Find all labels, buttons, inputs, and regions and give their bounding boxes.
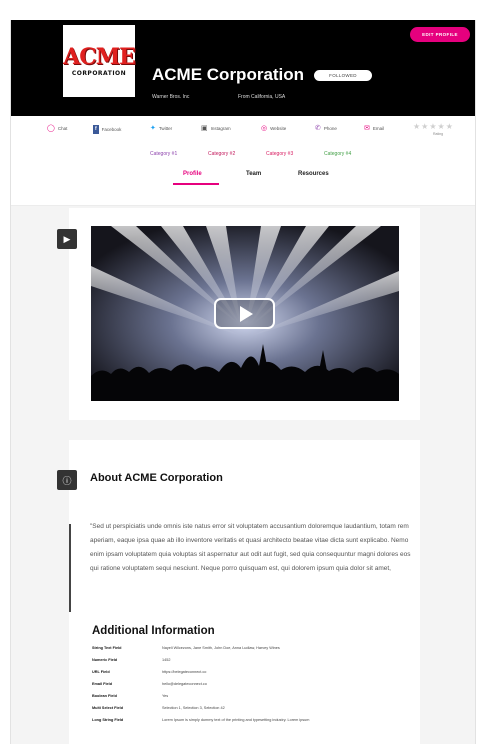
- field-label-long-string: Long String Field: [92, 718, 124, 722]
- globe-icon: ◎: [261, 125, 268, 132]
- category-2[interactable]: Category #2: [208, 151, 235, 157]
- tab-team[interactable]: Team: [246, 171, 261, 177]
- profile-header: ACME CORPORATION ACME Corporation FOLLOW…: [11, 20, 475, 116]
- active-tab-indicator: [173, 183, 219, 185]
- social-chat[interactable]: ◯ Chat: [47, 125, 67, 132]
- field-value-long-string: Lorem Ipsum is simply dummy text of the …: [162, 718, 310, 722]
- field-label-boolean: Boolean Field: [92, 694, 117, 698]
- email-icon: ✉: [364, 125, 370, 132]
- category-1[interactable]: Category #1: [150, 151, 177, 157]
- followed-button[interactable]: FOLLOWED: [314, 70, 372, 81]
- field-value-url[interactable]: https://belegateconnect.co: [162, 670, 206, 674]
- category-3[interactable]: Category #3: [266, 151, 293, 157]
- video-camera-icon: ▶: [57, 229, 77, 249]
- company-logo: ACME CORPORATION: [63, 25, 136, 97]
- field-value-numeric: 1452: [162, 658, 171, 662]
- social-bar: ◯ Chat f Facebook ✦ Twitter ▣ Instagram …: [11, 116, 475, 206]
- social-instagram-label: Instagram: [210, 126, 231, 131]
- field-label-string: String Text Field: [92, 646, 122, 650]
- field-label-multiselect: Multi Select Field: [92, 706, 124, 710]
- social-phone[interactable]: ✆ Phone: [315, 125, 337, 132]
- quote-bar: [69, 524, 71, 612]
- social-facebook-label: Facebook: [101, 127, 122, 132]
- instagram-icon: ▣: [201, 125, 208, 132]
- video-player[interactable]: [91, 226, 399, 401]
- social-email-label: Email: [372, 126, 385, 131]
- chat-icon: ◯: [47, 125, 55, 132]
- phone-icon: ✆: [315, 125, 321, 132]
- social-chat-label: Chat: [57, 126, 68, 131]
- field-label-email: Email Field: [92, 682, 113, 686]
- social-website[interactable]: ◎ Website: [261, 125, 286, 132]
- rating-label: Rating: [433, 132, 444, 136]
- tab-resources[interactable]: Resources: [298, 171, 329, 177]
- social-twitter[interactable]: ✦ Twitter: [150, 125, 172, 132]
- about-title: About ACME Corporation: [90, 472, 223, 484]
- social-facebook[interactable]: f Facebook: [93, 125, 121, 134]
- company-name: ACME Corporation: [152, 65, 305, 84]
- field-value-string: Nayeli Wilcezons, Jane Smith, John Doe, …: [162, 646, 280, 650]
- field-value-boolean: Yes: [162, 694, 169, 698]
- logo-corporation-text: CORPORATION: [71, 69, 127, 77]
- company-location: From California, USA: [238, 94, 286, 100]
- social-instagram[interactable]: ▣ Instagram: [201, 125, 231, 132]
- company-subtitle: Warner Bros. Inc: [152, 94, 190, 100]
- profile-page: ACME CORPORATION ACME Corporation FOLLOW…: [10, 20, 476, 744]
- field-label-numeric: Numeric Field: [92, 658, 118, 662]
- rating-stars[interactable]: ★★★★★: [413, 122, 454, 131]
- field-label-url: URL Field: [92, 670, 110, 674]
- field-value-email[interactable]: hello@delegateconnect.co: [162, 682, 207, 686]
- social-website-label: Website: [270, 126, 287, 131]
- play-button[interactable]: [214, 298, 275, 329]
- social-email[interactable]: ✉ Email: [364, 125, 384, 132]
- edit-profile-button[interactable]: EDIT PROFILE: [410, 27, 470, 42]
- tab-profile[interactable]: Profile: [183, 171, 202, 177]
- info-icon: ⓘ: [57, 470, 77, 490]
- additional-info-title: Additional Information: [92, 625, 215, 637]
- about-text: "Sed ut perspiciatis unde omnis iste nat…: [90, 523, 411, 572]
- twitter-icon: ✦: [150, 125, 156, 132]
- logo-acme-text: ACME: [63, 43, 136, 70]
- facebook-icon: f: [93, 125, 99, 134]
- category-4[interactable]: Category #4: [324, 151, 351, 157]
- field-value-multiselect: Selection 1, Selection 3, Selection 42: [162, 706, 225, 710]
- about-card: [69, 440, 420, 744]
- play-icon: [239, 305, 253, 322]
- social-phone-label: Phone: [323, 126, 337, 131]
- social-twitter-label: Twitter: [158, 126, 173, 131]
